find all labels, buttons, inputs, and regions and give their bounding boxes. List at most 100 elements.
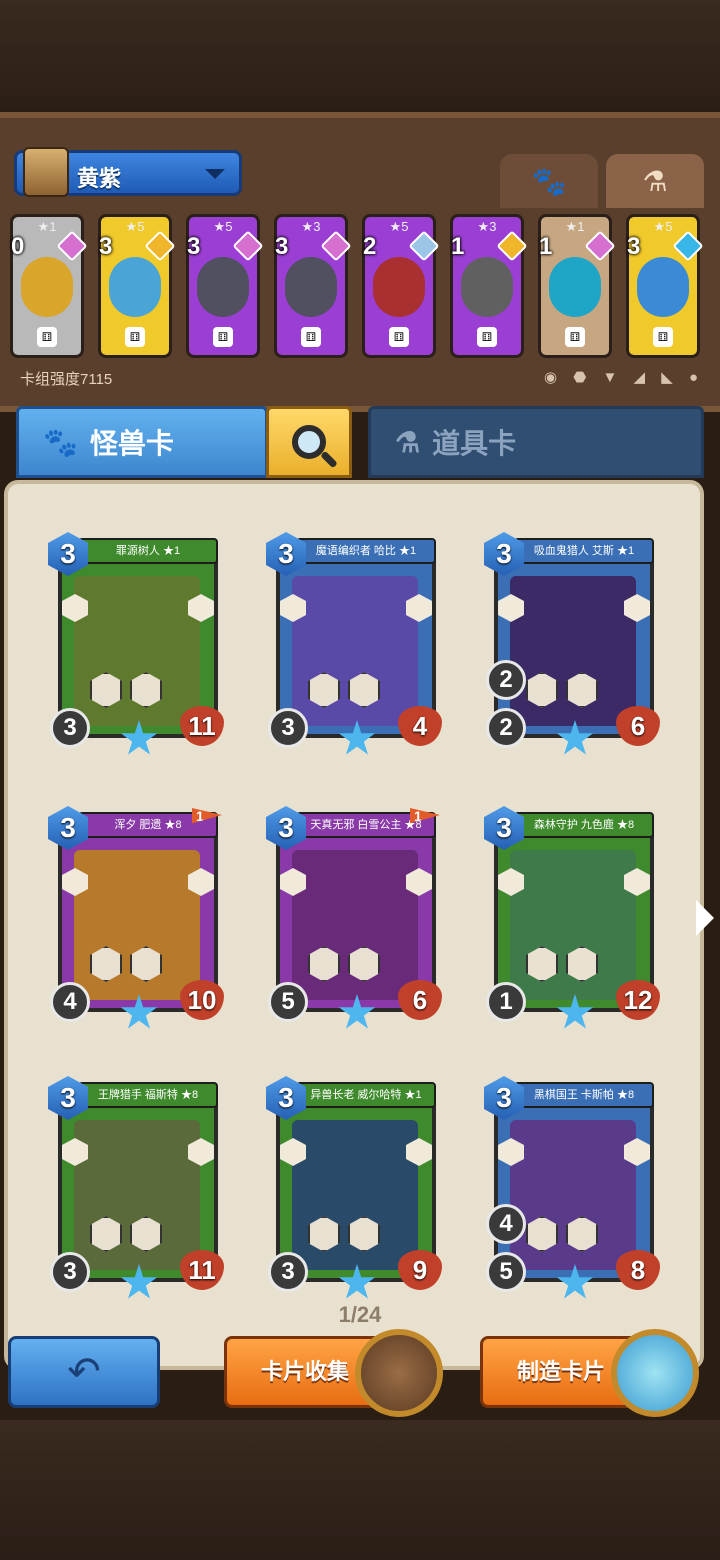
deck-card-art bbox=[109, 257, 161, 317]
deck-tab-monster[interactable]: 🐾 bbox=[500, 154, 598, 208]
deck-card-cost: 1 bbox=[451, 233, 465, 260]
card-art bbox=[292, 576, 418, 726]
tab-monster-label: 怪兽卡 bbox=[89, 428, 174, 459]
chevron-down-icon[interactable] bbox=[205, 169, 225, 179]
deck-card-art bbox=[461, 257, 513, 317]
card-health: 11 bbox=[180, 1250, 224, 1290]
monster-card[interactable]: 森林守护 九色鹿 ★8 3 1 12 bbox=[484, 806, 662, 1036]
next-page-arrow-icon[interactable] bbox=[696, 900, 714, 936]
deck-selector[interactable]: 黄紫 bbox=[14, 147, 242, 197]
bottom-wood-background bbox=[0, 1420, 720, 1560]
card-attack: 3 bbox=[268, 708, 308, 748]
deck-card-cost: 0 bbox=[11, 233, 25, 260]
deck-card[interactable]: ★5 3 ⚅ bbox=[98, 214, 176, 358]
dice-icon: ⚅ bbox=[37, 327, 57, 347]
dice-icon: ⚅ bbox=[653, 327, 673, 347]
dice-icon: ⚅ bbox=[389, 327, 409, 347]
card-art bbox=[74, 850, 200, 1000]
card-attack-secondary: 4 bbox=[486, 1204, 526, 1244]
monster-card[interactable]: 魔语编织者 哈比 ★1 3 3 4 bbox=[266, 532, 444, 762]
deck-card[interactable]: ★1 0 ⚅ bbox=[10, 214, 88, 358]
deck-book-icon bbox=[23, 147, 69, 197]
card-health: 6 bbox=[616, 706, 660, 746]
search-icon bbox=[292, 425, 326, 459]
card-art bbox=[510, 1120, 636, 1270]
deck-card-cost: 3 bbox=[99, 233, 113, 260]
deck-card-row: ★1 0 ⚅ ★5 3 ⚅ ★5 3 ⚅ ★3 3 ⚅ ★5 2 ⚅ ★3 1 ⚅ ★1 1 ⚅ ★5 3 ⚅ bbox=[10, 214, 710, 362]
dice-icon: ⚅ bbox=[125, 327, 145, 347]
element-gem-icon bbox=[144, 230, 176, 262]
deck-tab-item[interactable]: ⚗ bbox=[606, 154, 704, 208]
card-name: 森林守护 九色鹿 ★8 bbox=[514, 812, 654, 838]
card-name: 王牌猎手 福斯特 ★8 bbox=[78, 1082, 218, 1108]
element-gem-icon bbox=[232, 230, 264, 262]
card-name: 异兽长老 威尔哈特 ★1 bbox=[296, 1082, 436, 1108]
deck-card-art bbox=[637, 257, 689, 317]
tab-item-cards[interactable]: ⚗ 道具卡 bbox=[368, 406, 704, 478]
deck-card-cost: 3 bbox=[187, 233, 201, 260]
monster-card[interactable]: 王牌猎手 福斯特 ★8 3 3 11 bbox=[48, 1076, 226, 1306]
deck-name: 黄紫 bbox=[77, 166, 122, 191]
deck-power-label: 卡组强度7115 bbox=[20, 371, 113, 388]
back-button[interactable]: ↶ bbox=[8, 1336, 160, 1408]
page-indicator: 1/24 bbox=[338, 1302, 382, 1327]
card-attack: 5 bbox=[268, 982, 308, 1022]
filter-icons[interactable]: ◉ ⬣ ▼ ◢ ◣ ● bbox=[544, 368, 704, 386]
dice-icon: ⚅ bbox=[565, 327, 585, 347]
card-art bbox=[74, 576, 200, 726]
monster-card[interactable]: 异兽长老 威尔哈特 ★1 3 3 9 bbox=[266, 1076, 444, 1306]
card-collection-button[interactable]: 卡片收集 bbox=[224, 1329, 443, 1417]
monster-card[interactable]: 黑棋国王 卡斯帕 ★8 3 5 8 4 bbox=[484, 1076, 662, 1306]
card-art bbox=[74, 1120, 200, 1270]
card-collection-panel: 罪源树人 ★1 3 3 11 魔语编织者 哈比 ★1 3 3 4 吸血鬼猎人 艾斯 ★1 3 2 6 2… bbox=[4, 480, 704, 1370]
monster-card[interactable]: 天真无邪 白雪公主 ★8 3 5 6 1 bbox=[266, 806, 444, 1036]
deck-card[interactable]: ★5 2 ⚅ bbox=[362, 214, 440, 358]
craft-card-button[interactable]: 制造卡片 bbox=[480, 1329, 699, 1417]
card-attack: 2 bbox=[486, 708, 526, 748]
dice-icon: ⚅ bbox=[477, 327, 497, 347]
card-name: 吸血鬼猎人 艾斯 ★1 bbox=[514, 538, 654, 564]
card-health: 6 bbox=[398, 980, 442, 1020]
element-gem-icon bbox=[56, 230, 88, 262]
card-art bbox=[292, 1120, 418, 1270]
tab-item-label: 道具卡 bbox=[432, 428, 517, 459]
card-name: 魔语编织者 哈比 ★1 bbox=[296, 538, 436, 564]
card-attack: 3 bbox=[50, 708, 90, 748]
deck-card-art bbox=[21, 257, 73, 317]
search-button[interactable] bbox=[266, 406, 352, 478]
card-health: 12 bbox=[616, 980, 660, 1020]
card-name: 罪源树人 ★1 bbox=[78, 538, 218, 564]
paw-icon: 🐾 bbox=[531, 165, 567, 197]
deck-card-cost: 3 bbox=[627, 233, 641, 260]
craft-card-label: 制造卡片 bbox=[517, 1359, 606, 1384]
back-arrow-icon: ↶ bbox=[67, 1350, 101, 1394]
deck-card-art bbox=[285, 257, 337, 317]
deck-card-art bbox=[373, 257, 425, 317]
monster-card[interactable]: 浑夕 肥遗 ★8 3 4 10 1 bbox=[48, 806, 226, 1036]
card-name: 黑棋国王 卡斯帕 ★8 bbox=[514, 1082, 654, 1108]
deck-card[interactable]: ★5 3 ⚅ bbox=[186, 214, 264, 358]
card-health: 4 bbox=[398, 706, 442, 746]
card-health: 9 bbox=[398, 1250, 442, 1290]
tab-monster-cards[interactable]: 🐾 怪兽卡 bbox=[16, 406, 268, 478]
element-gem-icon bbox=[496, 230, 528, 262]
top-wood-background bbox=[0, 0, 720, 115]
monster-card[interactable]: 罪源树人 ★1 3 3 11 bbox=[48, 532, 226, 762]
card-attack: 4 bbox=[50, 982, 90, 1022]
card-art bbox=[510, 576, 636, 726]
deck-card[interactable]: ★3 3 ⚅ bbox=[274, 214, 352, 358]
deck-card-cost: 2 bbox=[363, 233, 377, 260]
deck-card[interactable]: ★3 1 ⚅ bbox=[450, 214, 528, 358]
card-health: 8 bbox=[616, 1250, 660, 1290]
potion-icon: ⚗ bbox=[395, 426, 421, 458]
card-attack: 5 bbox=[486, 1252, 526, 1292]
deck-card[interactable]: ★1 1 ⚅ bbox=[538, 214, 616, 358]
monster-card[interactable]: 吸血鬼猎人 艾斯 ★1 3 2 6 2 bbox=[484, 532, 662, 762]
card-art bbox=[510, 850, 636, 1000]
card-attack: 3 bbox=[268, 1252, 308, 1292]
element-gem-icon bbox=[584, 230, 616, 262]
deck-card-art bbox=[549, 257, 601, 317]
deck-card[interactable]: ★5 3 ⚅ bbox=[626, 214, 704, 358]
card-attack: 1 bbox=[486, 982, 526, 1022]
deck-card-cost: 3 bbox=[275, 233, 289, 260]
